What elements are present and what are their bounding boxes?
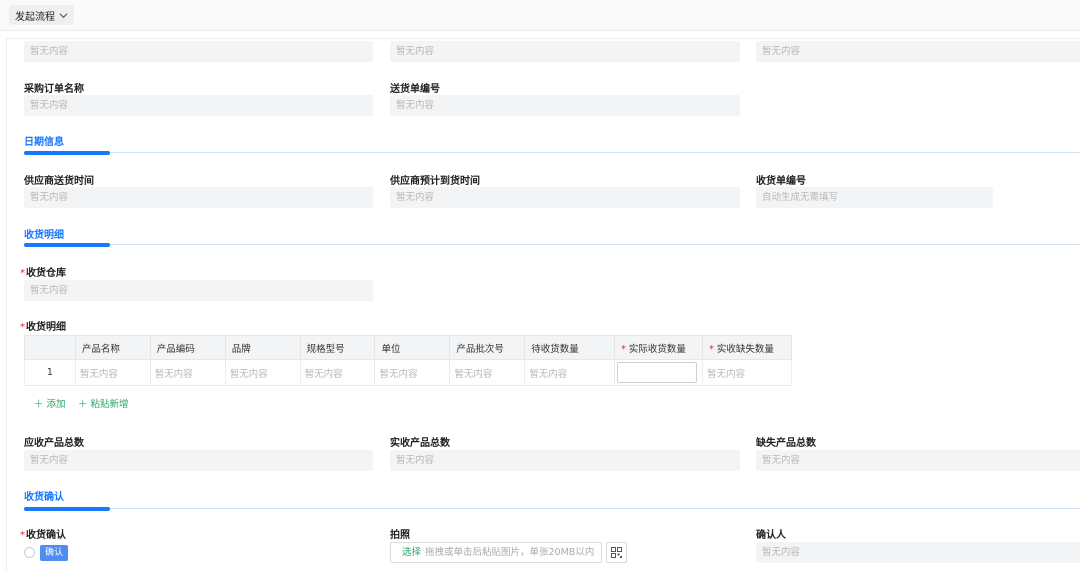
expected-total-label: 应收产品总数 — [24, 438, 84, 449]
form-panel — [6, 38, 1080, 571]
table-cell[interactable]: 暂无内容 — [224, 359, 301, 386]
qr-code-icon — [611, 547, 622, 558]
top-toolbar: 发起流程 — [0, 0, 1080, 31]
missing-total-label: 缺失产品总数 — [756, 438, 816, 449]
confirm-tag[interactable]: 确认 — [40, 545, 69, 561]
actual-total-label: 实收产品总数 — [390, 438, 450, 449]
purchase-order-name-field[interactable]: 暂无内容 — [24, 95, 373, 116]
required-marker: * — [621, 343, 626, 355]
receipt-number-label: 收货单编号 — [756, 176, 806, 187]
section-title-detail: 收货明细 — [24, 230, 64, 241]
column-header: 规格型号 — [299, 335, 376, 360]
plus-icon: ＋ — [34, 399, 44, 410]
table-cell-input-wrap — [614, 359, 704, 386]
delivery-number-field[interactable]: 暂无内容 — [390, 95, 740, 116]
supplier-delivery-time-label: 供应商送货时间 — [24, 176, 94, 187]
confirmer-field[interactable]: 暂无内容 — [756, 542, 1080, 563]
table-header-row: 产品名称 产品编码 品牌 规格型号 单位 产品批次号 待收货数量 * 实际收货数量… — [24, 335, 792, 360]
section-accent-bar — [24, 507, 110, 511]
paste-add-label: 粘贴新增 — [90, 399, 129, 410]
column-header: 产品编码 — [149, 335, 226, 360]
detail-table-label: 收货明细 — [20, 318, 66, 333]
row-index: 1 — [24, 359, 76, 386]
supplier-delivery-time-field[interactable]: 暂无内容 — [24, 187, 373, 208]
column-header: 品牌 — [224, 335, 301, 360]
section-divider — [24, 152, 1080, 153]
field-row0-2[interactable]: 暂无内容 — [390, 41, 740, 62]
missing-total-field[interactable]: 暂无内容 — [756, 450, 1080, 471]
start-flow-label: 发起流程 — [15, 11, 55, 23]
column-header: 产品批次号 — [449, 335, 526, 360]
photo-upload-field[interactable]: 选择 拖拽或单击后粘贴图片，单张20MB以内 — [390, 542, 602, 563]
required-marker: * — [709, 343, 714, 355]
column-header-required: * 实收缺失数量 — [702, 335, 792, 360]
start-flow-button[interactable]: 发起流程 — [9, 5, 74, 25]
receipt-confirm-label: 收货确认 — [20, 526, 66, 541]
section-divider — [24, 244, 1080, 245]
qr-code-button[interactable] — [606, 542, 627, 563]
chevron-down-icon — [59, 12, 68, 18]
section-title-date: 日期信息 — [24, 137, 64, 148]
supplier-expected-time-label: 供应商预计到货时间 — [390, 176, 480, 187]
table-cell[interactable]: 暂无内容 — [74, 359, 151, 386]
confirmer-label: 确认人 — [756, 530, 786, 541]
purchase-order-name-label: 采购订单名称 — [24, 84, 84, 95]
expected-total-field[interactable]: 暂无内容 — [24, 450, 373, 471]
actual-received-qty-input[interactable] — [617, 362, 698, 383]
table-cell[interactable]: 暂无内容 — [449, 359, 526, 386]
table-cell[interactable]: 暂无内容 — [524, 359, 616, 386]
photo-label: 拍照 — [390, 530, 410, 541]
section-divider — [24, 508, 1080, 509]
section-accent-bar — [24, 151, 110, 155]
table-row: 1 暂无内容 暂无内容 暂无内容 暂无内容 暂无内容 暂无内容 暂无内容 暂无内… — [24, 359, 792, 386]
column-header-text: 实收缺失数量 — [716, 343, 774, 355]
section-accent-bar — [24, 243, 110, 247]
column-header: 产品名称 — [74, 335, 151, 360]
section-title-confirm: 收货确认 — [24, 492, 64, 503]
warehouse-field[interactable]: 暂无内容 — [24, 280, 373, 301]
receipt-detail-table: 产品名称 产品编码 品牌 规格型号 单位 产品批次号 待收货数量 * 实际收货数量… — [24, 335, 792, 386]
table-cell[interactable]: 暂无内容 — [299, 359, 376, 386]
photo-select-link[interactable]: 选择 — [402, 547, 421, 558]
column-header: 单位 — [374, 335, 451, 360]
column-header-text: 实际收货数量 — [628, 343, 686, 355]
table-cell[interactable]: 暂无内容 — [702, 359, 792, 386]
receipt-number-field: 自动生成无需填写 — [756, 187, 993, 208]
supplier-expected-time-field[interactable]: 暂无内容 — [390, 187, 740, 208]
field-row0-3[interactable]: 暂无内容 — [756, 41, 1080, 62]
add-row-label: 添加 — [46, 399, 66, 410]
confirm-radio[interactable] — [24, 547, 35, 558]
paste-add-button[interactable]: ＋ 粘贴新增 — [78, 396, 129, 410]
warehouse-label: 收货仓库 — [20, 264, 66, 279]
add-row-button[interactable]: ＋ 添加 — [34, 396, 66, 410]
table-cell[interactable]: 暂无内容 — [374, 359, 451, 386]
photo-upload-hint: 拖拽或单击后粘贴图片，单张20MB以内 — [425, 547, 595, 558]
column-header-required: * 实际收货数量 — [614, 335, 704, 360]
delivery-number-label: 送货单编号 — [390, 84, 440, 95]
plus-icon: ＋ — [78, 399, 88, 410]
column-header-index — [24, 335, 76, 360]
field-row0-1[interactable]: 暂无内容 — [24, 41, 373, 62]
actual-total-field[interactable]: 暂无内容 — [390, 450, 740, 471]
column-header: 待收货数量 — [524, 335, 616, 360]
table-cell[interactable]: 暂无内容 — [149, 359, 226, 386]
